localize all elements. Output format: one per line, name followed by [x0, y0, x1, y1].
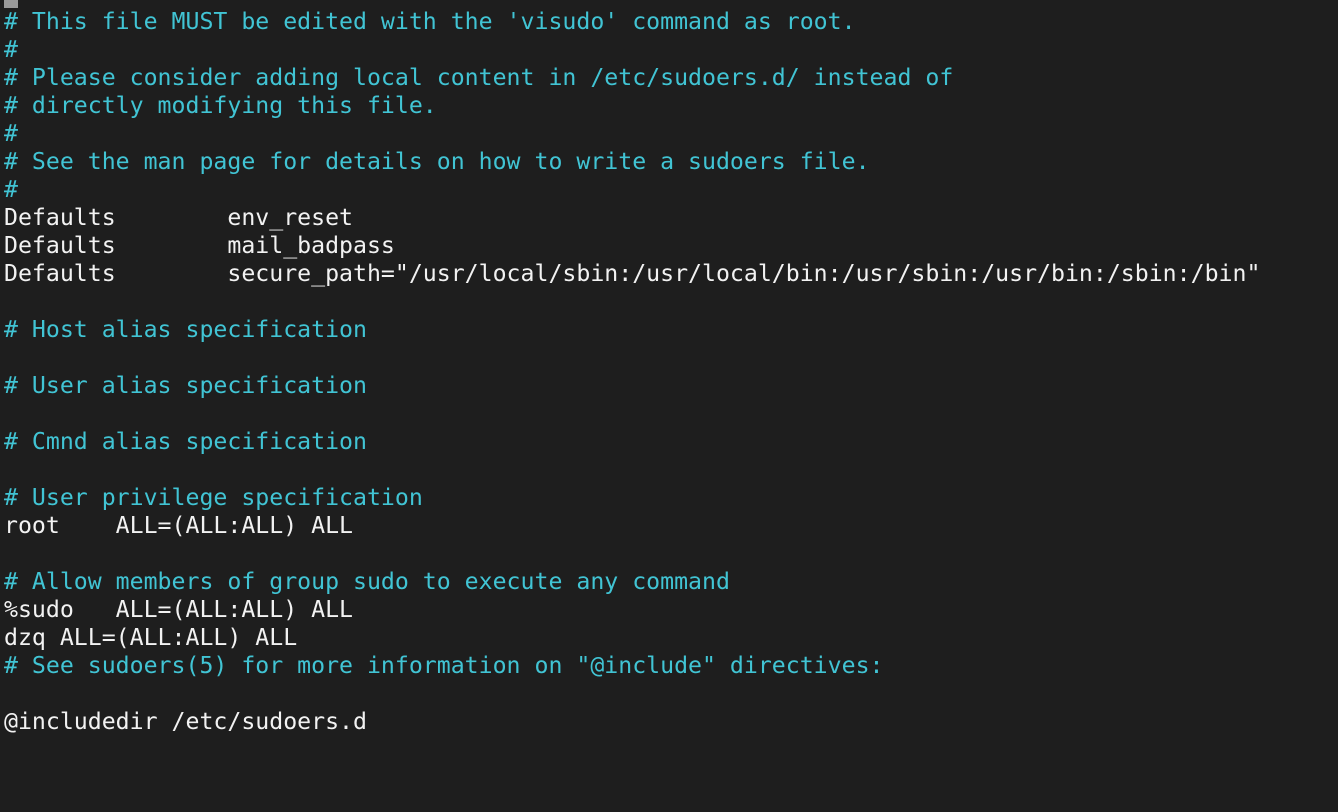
comment-line: # — [4, 36, 18, 63]
comment-line: # User privilege specification — [4, 484, 423, 511]
config-line — [4, 540, 1338, 568]
config-line: Defaults mail_badpass — [4, 232, 395, 259]
comment-line: # Please consider adding local content i… — [4, 64, 954, 91]
config-line: %sudo ALL=(ALL:ALL) ALL — [4, 596, 354, 623]
config-line — [4, 400, 1338, 428]
comment-line: # See sudoers(5) for more information on… — [4, 652, 884, 679]
comment-line: # This file MUST be edited with the 'vis… — [4, 8, 856, 35]
config-line: @includedir /etc/sudoers.d — [4, 708, 367, 735]
terminal-editor[interactable]: # This file MUST be edited with the 'vis… — [4, 8, 1338, 812]
config-line: dzq ALL=(ALL:ALL) ALL — [4, 624, 298, 651]
config-line: Defaults secure_path="/usr/local/sbin:/u… — [4, 260, 1261, 287]
comment-line: # Host alias specification — [4, 316, 367, 343]
comment-line: # User alias specification — [4, 372, 367, 399]
text-cursor — [4, 0, 18, 8]
config-line — [4, 680, 1338, 708]
comment-line: # directly modifying this file. — [4, 92, 437, 119]
config-line — [4, 344, 1338, 372]
comment-line: # — [4, 120, 18, 147]
comment-line: # — [4, 176, 18, 203]
comment-line: # Allow members of group sudo to execute… — [4, 568, 730, 595]
config-line — [4, 288, 1338, 316]
config-line: root ALL=(ALL:ALL) ALL — [4, 512, 354, 539]
config-line: Defaults env_reset — [4, 204, 354, 231]
comment-line: # Cmnd alias specification — [4, 428, 367, 455]
config-line — [4, 456, 1338, 484]
comment-line: # See the man page for details on how to… — [4, 148, 870, 175]
